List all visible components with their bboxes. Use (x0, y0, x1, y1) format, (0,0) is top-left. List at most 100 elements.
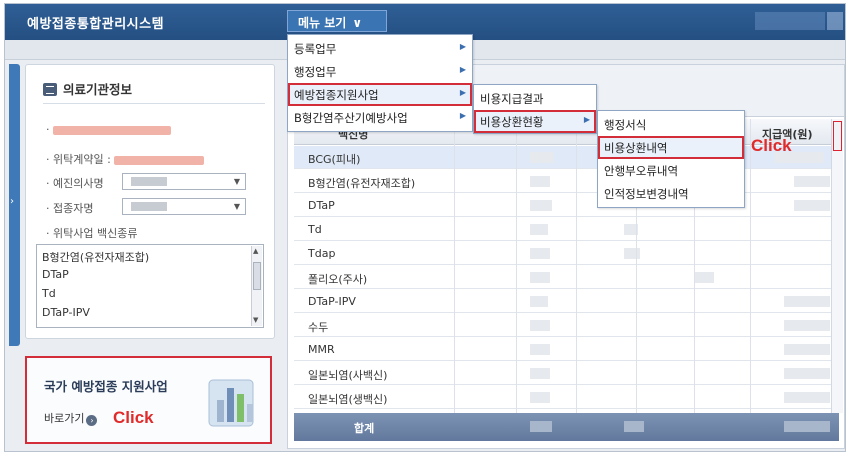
chevron-down-icon: ∨ (352, 16, 363, 30)
menu-item-error-details[interactable]: 안행부오류내역 (598, 159, 744, 182)
document-icon (43, 83, 57, 96)
table-row[interactable]: Tdap (294, 242, 839, 265)
triangle-right-icon: ▶ (459, 42, 466, 51)
table-row[interactable]: DTaP-IPV (294, 290, 839, 313)
recipient-select[interactable]: ▼ (122, 198, 246, 215)
redacted-cell (784, 368, 830, 379)
menu-item-personal-info-changes[interactable]: 인적정보변경내역 (598, 182, 744, 205)
redacted-cell (530, 200, 552, 211)
click-annotation: Click (113, 408, 154, 427)
menu-item-reimbursement-status[interactable]: 비용상환현황 ▶ (474, 110, 596, 133)
logout-button[interactable] (827, 12, 843, 30)
row-vaccine-name: Td (308, 223, 322, 236)
bar-chart-icon (208, 379, 254, 427)
row-vaccine-name: MMR (308, 343, 335, 356)
total-label: 합계 (354, 422, 375, 435)
menu-view-button[interactable]: 메뉴 보기 ∨ (287, 10, 387, 32)
menu-item-reimbursement-details[interactable]: 비용상환내역 (598, 136, 744, 159)
menu-item-label: 예방접종지원사업 (294, 88, 379, 102)
menu-item-label: 행정서식 (604, 118, 647, 132)
list-item[interactable]: DTaP-IPV (42, 306, 90, 319)
row-vaccine-name: Tdap (308, 247, 336, 260)
menu-item-admin-forms[interactable]: 행정서식 (598, 113, 744, 136)
row-vaccine-name: DTaP (308, 199, 335, 212)
redacted-institution-name (53, 125, 171, 135)
row-vaccine-name: 폴리오(주사) (308, 273, 368, 286)
redacted-cell (530, 152, 554, 163)
divider (43, 103, 265, 104)
arrow-circle-icon: › (86, 415, 98, 426)
redacted-cell (530, 392, 550, 403)
dropdown-arrow-icon: ▼ (233, 202, 240, 211)
redacted-cell (530, 272, 550, 283)
scroll-down-icon[interactable]: ▼ (253, 316, 258, 324)
dropdown-arrow-icon: ▼ (233, 177, 240, 186)
table-row[interactable]: 일본뇌염(생백신) (294, 386, 839, 409)
shortcut-link[interactable]: 바로가기 › (44, 410, 98, 426)
click-annotation: Click (751, 136, 792, 155)
doctor-select[interactable]: ▼ (122, 173, 246, 190)
menu-item-label: 비용상환내역 (604, 141, 668, 155)
table-row[interactable]: MMR (294, 338, 839, 361)
app-title: 예방접종통합관리시스템 (27, 17, 165, 32)
redacted-cell (784, 421, 830, 432)
table-row[interactable]: 일본뇌염(사백신) (294, 362, 839, 385)
recipient-label: · 접종자명 (46, 202, 94, 215)
redacted-cell (794, 200, 830, 211)
menu-item-label: 비용지급결과 (480, 92, 544, 106)
reimbursement-grid: 백신명 지급액(원) BCG(피내) B형간염(유전자재조합) DTaP Td … (294, 119, 839, 441)
redacted-cell (784, 344, 830, 355)
panel-title-text: 의료기관정보 (63, 82, 133, 97)
listbox-scrollbar[interactable]: ▲ ▼ (251, 246, 262, 326)
triangle-right-icon: ▶ (459, 111, 466, 120)
scroll-thumb[interactable] (253, 262, 261, 290)
menu-item-vaccination-support[interactable]: 예방접종지원사업 ▶ (288, 83, 472, 106)
menu-item-label: 안행부오류내역 (604, 164, 679, 178)
reimbursement-submenu: 행정서식 비용상환내역 안행부오류내역 인적정보변경내역 (597, 110, 745, 208)
doctor-label: · 예진의사명 (46, 177, 104, 190)
menu-item-label: 비용상환현황 (480, 115, 544, 129)
grid-scrollbar[interactable] (831, 119, 843, 413)
menu-item-payment-results[interactable]: 비용지급결과 (474, 87, 596, 110)
redacted-cell (794, 176, 830, 187)
contract-date-label: · 위탁계약일 : (46, 153, 111, 166)
menu-item-administration[interactable]: 행정업무 ▶ (288, 60, 472, 83)
scroll-up-icon[interactable]: ▲ (253, 247, 258, 255)
row-vaccine-name: DTaP-IPV (308, 295, 356, 308)
redacted-cell (530, 176, 550, 187)
main-dropdown-menu: 등록업무 ▶ 행정업무 ▶ 예방접종지원사업 ▶ B형간염주산기예방사업 ▶ (287, 34, 473, 132)
redacted-cell (784, 320, 830, 331)
redacted-cell (784, 296, 830, 307)
national-vaccination-support-box[interactable]: 국가 예방접종 지원사업 바로가기 › Click (25, 356, 272, 444)
vaccine-listbox[interactable]: B형간염(유전자재조합) DTaP Td DTaP-IPV ▲ ▼ (36, 244, 264, 328)
triangle-right-icon: ▶ (459, 65, 466, 74)
menu-item-label: B형간염주산기예방사업 (294, 111, 408, 125)
row-vaccine-name: BCG(피내) (308, 153, 361, 166)
column-divider (750, 119, 751, 441)
row-vaccine-name: B형간염(유전자재조합) (308, 177, 416, 190)
list-item[interactable]: DTaP (42, 268, 69, 281)
triangle-right-icon: ▶ (459, 88, 466, 97)
table-row[interactable]: B형간염(유전자재조합) (294, 170, 839, 193)
panel-title: 의료기관정보 (43, 79, 132, 98)
triangle-right-icon: ▶ (583, 115, 590, 124)
institution-name-field: · (46, 123, 171, 136)
redacted-cell (530, 368, 550, 379)
row-vaccine-name: 수두 (308, 321, 329, 334)
menu-item-label: 행정업무 (294, 65, 337, 79)
chevron-right-icon: › (10, 196, 14, 207)
table-row[interactable]: Td (294, 218, 839, 241)
menu-item-hepb-perinatal[interactable]: B형간염주산기예방사업 ▶ (288, 106, 472, 129)
column-divider (516, 119, 517, 441)
table-row[interactable]: 폴리오(주사) (294, 266, 839, 289)
list-item[interactable]: B형간염(유전자재조합) (42, 249, 149, 265)
grid-footer-total: 합계 (294, 413, 839, 441)
table-row[interactable]: DTaP (294, 194, 839, 217)
table-row[interactable]: 수두 (294, 314, 839, 337)
redacted-cell (784, 392, 830, 403)
list-item[interactable]: Td (42, 287, 56, 300)
menu-item-registration[interactable]: 등록업무 ▶ (288, 37, 472, 60)
sidebar-toggle[interactable]: › (9, 64, 20, 346)
redacted-cell (530, 421, 552, 432)
scroll-thumb[interactable] (833, 121, 842, 151)
